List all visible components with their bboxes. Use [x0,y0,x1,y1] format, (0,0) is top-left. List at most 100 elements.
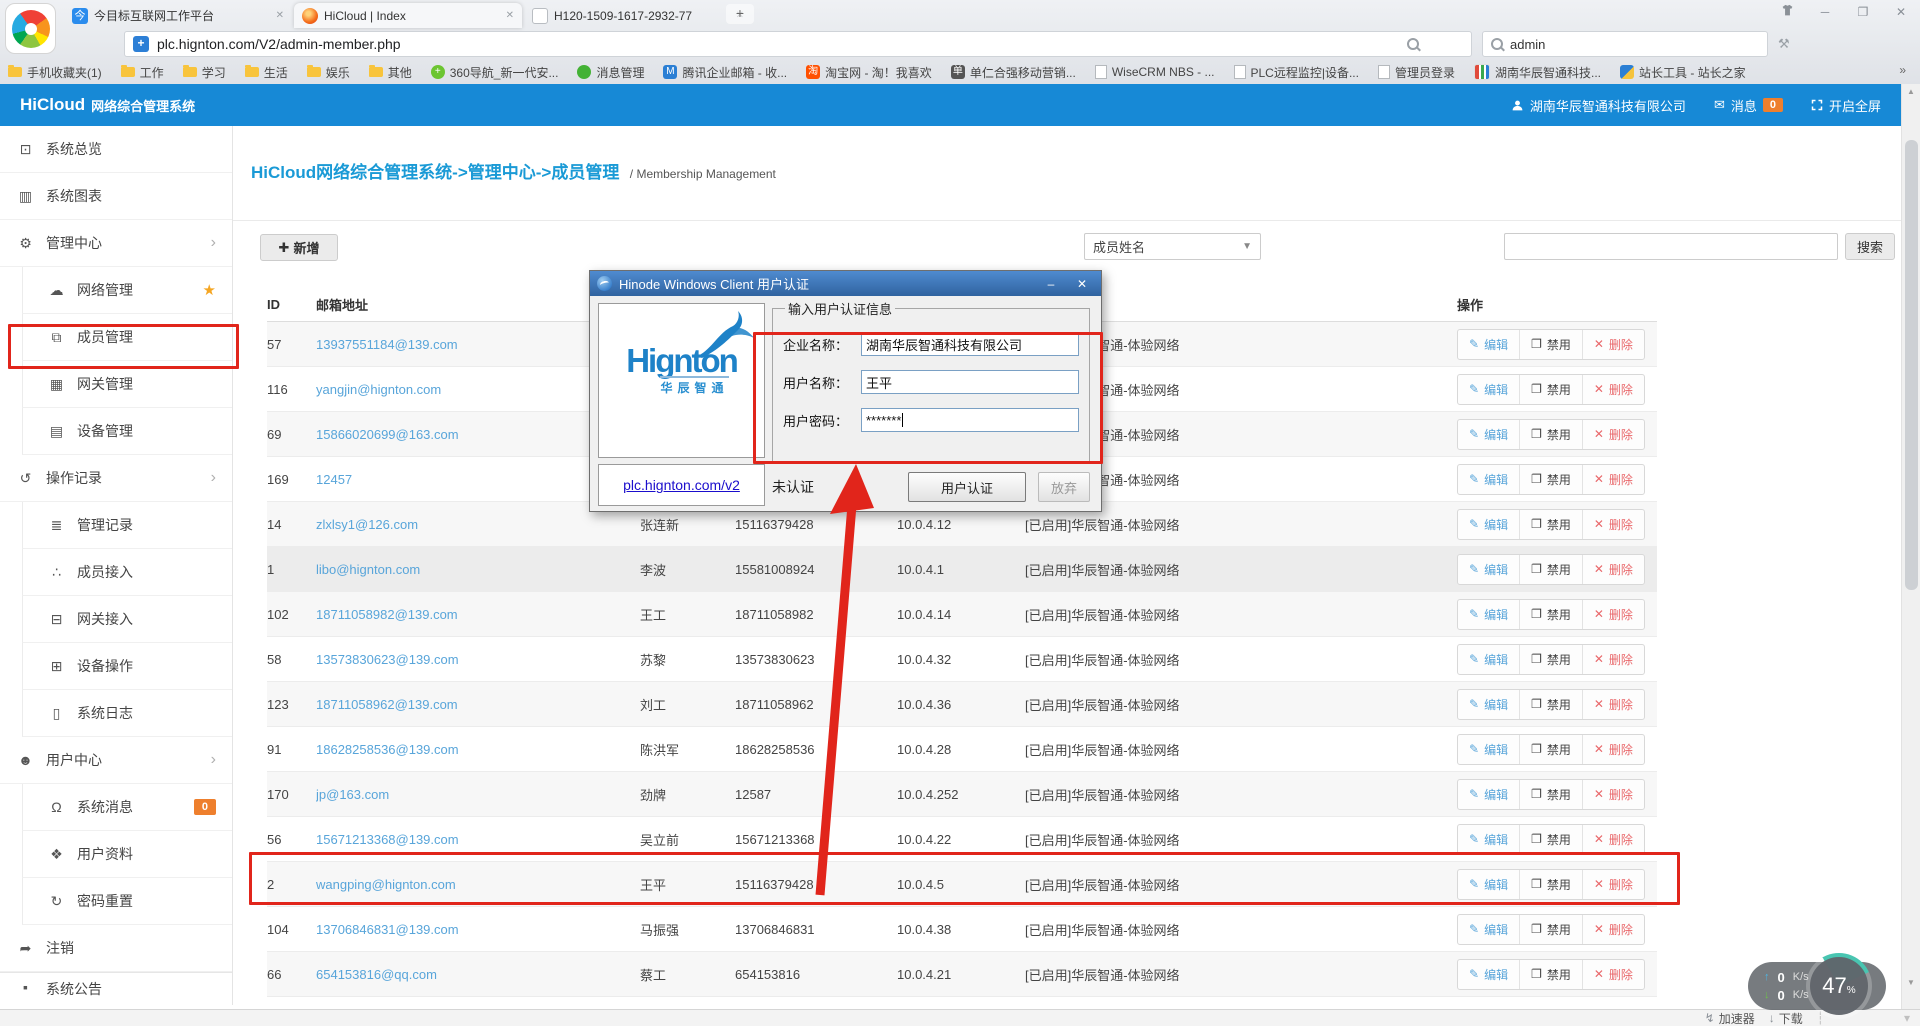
member-email-link[interactable]: 13937551184@139.com [316,337,458,352]
bookmark-item[interactable]: 单 单仁合强移动营销... [951,64,1076,81]
url-text[interactable]: plc.hignton.com/V2/admin-member.php [157,36,401,52]
disable-button[interactable]: ❐禁用 [1519,465,1582,494]
browser-tab[interactable]: 今 今目标互联网工作平台 ✕ [64,3,292,28]
disable-button[interactable]: ❐禁用 [1519,330,1582,359]
edit-button[interactable]: ✎编辑 [1458,825,1519,854]
wrench-icon[interactable]: ⚒ [1778,36,1790,52]
browser-search-value[interactable]: admin [1510,37,1545,52]
scroll-up-icon[interactable]: ▲ [1902,84,1920,100]
delete-button[interactable]: ✕删除 [1582,690,1644,719]
browser-logo[interactable] [5,3,56,54]
url-field[interactable]: + plc.hignton.com/V2/admin-member.php [124,31,1472,57]
sidebar-item[interactable]: ❖ 用户资料 [22,831,232,878]
edit-button[interactable]: ✎编辑 [1458,600,1519,629]
delete-button[interactable]: ✕删除 [1582,375,1644,404]
sidebar-item[interactable]: ⊡ 系统总览 [0,126,232,173]
disable-button[interactable]: ❐禁用 [1519,600,1582,629]
edit-button[interactable]: ✎编辑 [1458,960,1519,989]
browser-tab[interactable]: HiCloud | Index ✕ [294,3,522,28]
scroll-down-icon[interactable]: ▼ [1902,975,1920,991]
bookmark-item[interactable]: 站长工具 - 站长之家 [1620,64,1746,81]
edit-button[interactable]: ✎编辑 [1458,465,1519,494]
edit-button[interactable]: ✎编辑 [1458,780,1519,809]
statusbar-caret-icon[interactable]: ▾ [1904,1011,1910,1025]
sidebar-item[interactable]: ➦ 注销 [0,925,232,972]
maximize-button[interactable]: ❐ [1852,5,1874,19]
messages-menu[interactable]: ✉ 消息 0 [1714,96,1783,115]
bookmark-item[interactable]: 娱乐 [307,64,350,81]
browser-search-box[interactable]: admin [1482,31,1768,57]
disable-button[interactable]: ❐禁用 [1519,915,1582,944]
add-member-button[interactable]: ✚新增 [260,234,338,261]
member-email-link[interactable]: 13573830623@139.com [316,652,459,667]
dialog-titlebar[interactable]: Hinode Windows Client 用户认证 – ✕ [590,271,1101,296]
delete-button[interactable]: ✕删除 [1582,780,1644,809]
delete-button[interactable]: ✕删除 [1582,330,1644,359]
delete-button[interactable]: ✕删除 [1582,600,1644,629]
delete-button[interactable]: ✕删除 [1582,465,1644,494]
site-shield-icon[interactable]: + [133,36,149,52]
new-tab-button[interactable]: + [726,4,754,24]
bookmark-item[interactable]: 工作 [121,64,164,81]
disable-button[interactable]: ❐禁用 [1519,375,1582,404]
sidebar-item[interactable]: ▪ 系统公告 [0,972,232,1005]
bookmarks-overflow-icon[interactable]: » [1899,63,1906,77]
tab-close-icon[interactable]: ✕ [276,10,284,21]
fullscreen-button[interactable]: 开启全屏 [1811,96,1881,115]
search-button[interactable]: 搜索 [1845,233,1895,260]
bookmark-item[interactable]: 其他 [369,64,412,81]
edit-button[interactable]: ✎编辑 [1458,690,1519,719]
member-email-link[interactable]: 18711058982@139.com [316,607,458,622]
bookmark-item[interactable]: + 360导航_新一代安... [431,64,559,81]
disable-button[interactable]: ❐禁用 [1519,690,1582,719]
bookmark-item[interactable]: 手机收藏夹(1) [8,64,102,81]
accelerator-button[interactable]: ↯ 加速器 [1705,1010,1755,1026]
edit-button[interactable]: ✎编辑 [1458,645,1519,674]
member-email-link[interactable]: libo@hignton.com [316,562,420,577]
edit-button[interactable]: ✎编辑 [1458,330,1519,359]
sidebar-item[interactable]: ⚙ 管理中心 › [0,220,232,267]
delete-button[interactable]: ✕删除 [1582,960,1644,989]
sidebar-item[interactable]: ⊞ 设备操作 [22,643,232,690]
bookmark-item[interactable]: 淘 淘宝网 - 淘！我喜欢 [806,64,932,81]
edit-button[interactable]: ✎编辑 [1458,915,1519,944]
delete-button[interactable]: ✕删除 [1582,420,1644,449]
member-email-link[interactable]: jp@163.com [316,787,389,802]
sidebar-item[interactable]: ⊟ 网关接入 [22,596,232,643]
close-button[interactable]: ✕ [1890,5,1912,19]
sidebar-item[interactable]: ▯ 系统日志 [22,690,232,737]
sidebar-item[interactable]: Ω 系统消息 0 [22,784,232,831]
downloads-button[interactable]: ↓ 下载 [1769,1010,1803,1026]
minimize-button[interactable]: ─ [1814,5,1836,19]
browser-tab[interactable]: H120-1509-1617-2932-77 ✕ [524,3,752,28]
memory-usage-gauge[interactable]: 47 % [1806,953,1872,1019]
sidebar-item[interactable]: ☻ 用户中心 › [0,737,232,784]
delete-button[interactable]: ✕删除 [1582,825,1644,854]
dialog-link[interactable]: plc.hignton.com/v2 [623,477,740,493]
member-email-link[interactable]: yangjin@hignton.com [316,382,441,397]
delete-button[interactable]: ✕删除 [1582,735,1644,764]
bookmark-item[interactable]: 消息管理 [577,64,644,81]
delete-button[interactable]: ✕删除 [1582,510,1644,539]
member-email-link[interactable]: zlxlsy1@126.com [316,517,418,532]
disable-button[interactable]: ❐禁用 [1519,825,1582,854]
edit-button[interactable]: ✎编辑 [1458,555,1519,584]
authenticate-button[interactable]: 用户认证 [908,472,1026,502]
disable-button[interactable]: ❐禁用 [1519,645,1582,674]
abandon-button[interactable]: 放弃 [1038,472,1090,502]
member-email-link[interactable]: 18711058962@139.com [316,697,458,712]
dialog-minimize-button[interactable]: – [1039,277,1063,291]
page-scrollbar[interactable]: ▲ ▼ [1901,84,1920,1009]
edit-button[interactable]: ✎编辑 [1458,420,1519,449]
disable-button[interactable]: ❐禁用 [1519,735,1582,764]
disable-button[interactable]: ❐禁用 [1519,555,1582,584]
delete-button[interactable]: ✕删除 [1582,555,1644,584]
member-email-link[interactable]: 12457 [316,472,352,487]
bookmark-item[interactable]: 学习 [183,64,226,81]
member-email-link[interactable]: 18628258536@139.com [316,742,459,757]
sidebar-item[interactable]: ≣ 管理记录 [22,502,232,549]
sidebar-item[interactable]: ∴ 成员接入 [22,549,232,596]
disable-button[interactable]: ❐禁用 [1519,510,1582,539]
bookmark-item[interactable]: M 腾讯企业邮箱 - 收... [663,64,787,81]
bookmark-item[interactable]: 生活 [245,64,288,81]
